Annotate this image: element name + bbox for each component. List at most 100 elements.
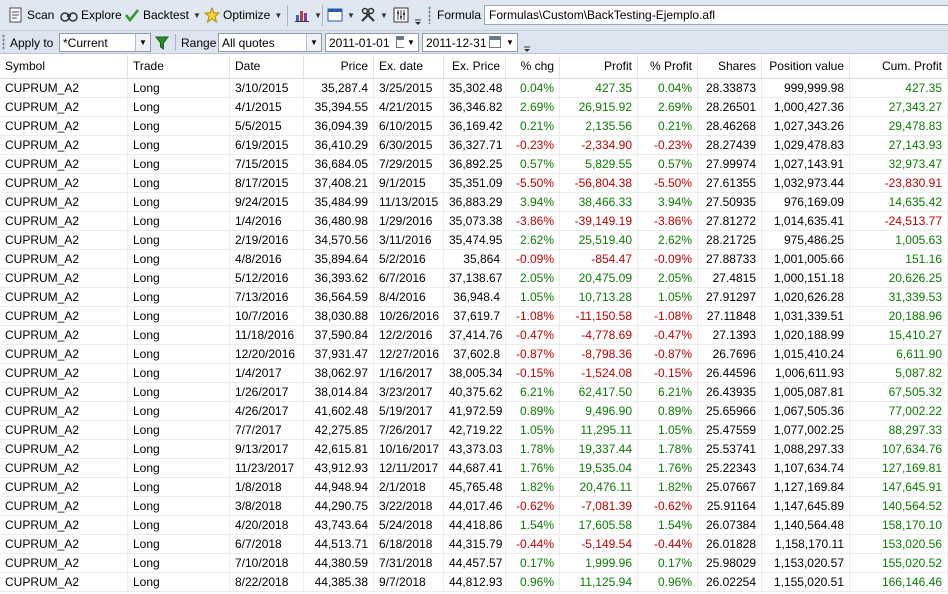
apply-to-select[interactable]: *Current ▼ [59,33,151,52]
column-header-price[interactable]: Price [304,55,374,79]
table-row[interactable]: CUPRUM_A2 Long 10/7/2016 38,030.88 10/26/201… [0,307,948,326]
cell-ex-date: 7/29/2015 [374,155,444,174]
explore-button[interactable]: Explore [60,3,122,27]
cell-symbol: CUPRUM_A2 [0,402,128,421]
toolbar-overflow-icon[interactable] [523,36,531,54]
column-header-pct-profit[interactable]: % Profit [638,55,698,79]
calendar-icon[interactable] [489,36,501,48]
backtest-button[interactable]: Backtest ▼ [124,3,201,27]
cell-price: 35,484.99 [304,193,374,212]
toolbar-overflow-icon[interactable] [414,9,422,27]
chevron-down-icon[interactable]: ▼ [306,34,321,51]
scan-button[interactable]: Scan [8,3,54,27]
column-header-position-value[interactable]: Position value [762,55,850,79]
table-row[interactable]: CUPRUM_A2 Long 1/4/2016 36,480.98 1/29/2016 3… [0,212,948,231]
table-row[interactable]: CUPRUM_A2 Long 4/1/2015 35,394.55 4/21/2015 3… [0,98,948,117]
table-row[interactable]: CUPRUM_A2 Long 8/22/2018 44,385.38 9/7/2018 4… [0,573,948,592]
cell-shares: 26.07384 [698,516,762,535]
to-date-picker[interactable]: 2011-12-31 ▼ [422,33,518,52]
window-layout-button[interactable]: ▼ [327,3,355,27]
table-row[interactable]: CUPRUM_A2 Long 1/4/2017 38,062.97 1/16/2017 3… [0,364,948,383]
table-row[interactable]: CUPRUM_A2 Long 6/7/2018 44,513.71 6/18/2018 4… [0,535,948,554]
report-chart-button[interactable]: ▼ [294,3,322,27]
table-row[interactable]: CUPRUM_A2 Long 5/5/2015 36,094.39 6/10/2015 3… [0,117,948,136]
cell-trade: Long [128,402,230,421]
cell-profit: -56,804.38 [560,174,638,193]
table-row[interactable]: CUPRUM_A2 Long 7/15/2015 36,684.05 7/29/2015… [0,155,948,174]
table-row[interactable]: CUPRUM_A2 Long 2/19/2016 34,570.56 3/11/2016… [0,231,948,250]
cell-profit: -39,149.19 [560,212,638,231]
cell-ex-price: 37,414.76 [444,326,506,345]
table-row[interactable]: CUPRUM_A2 Long 9/24/2015 35,484.99 11/13/201… [0,193,948,212]
chevron-down-icon[interactable]: ▼ [347,11,355,20]
cell-profit: 11,125.94 [560,573,638,592]
tools-button[interactable]: ▼ [360,3,388,27]
table-row[interactable]: CUPRUM_A2 Long 4/8/2016 35,894.64 5/2/2016 35… [0,250,948,269]
cell-ex-price: 45,765.48 [444,478,506,497]
chevron-down-icon[interactable]: ▼ [404,34,418,51]
column-header-trade[interactable]: Trade [128,55,230,79]
filter-icon [155,36,169,50]
table-row[interactable]: CUPRUM_A2 Long 3/10/2015 35,287.4 3/25/2015 3… [0,79,948,98]
cell-cum-profit: 20,188.96 [850,307,948,326]
cell-position-value: 1,029,478.83 [762,136,850,155]
cell-pct-chg: 2.05% [506,269,560,288]
cell-cum-profit: 20,626.25 [850,269,948,288]
table-row[interactable]: CUPRUM_A2 Long 1/8/2018 44,948.94 2/1/2018 45… [0,478,948,497]
table-row[interactable]: CUPRUM_A2 Long 7/10/2018 44,380.59 7/31/2018… [0,554,948,573]
chevron-down-icon[interactable]: ▼ [380,11,388,20]
cell-trade: Long [128,478,230,497]
table-row[interactable]: CUPRUM_A2 Long 4/26/2017 41,602.48 5/19/2017… [0,402,948,421]
column-header-symbol[interactable]: Symbol [0,55,128,79]
column-header-pct-chg[interactable]: % chg [506,55,560,79]
cell-symbol: CUPRUM_A2 [0,307,128,326]
cell-pct-profit: 2.69% [638,98,698,117]
table-row[interactable]: CUPRUM_A2 Long 7/13/2016 36,564.59 8/4/2016 3… [0,288,948,307]
cell-ex-price: 36,327.71 [444,136,506,155]
table-row[interactable]: CUPRUM_A2 Long 6/19/2015 36,410.29 6/30/2015… [0,136,948,155]
toolbar-grip[interactable] [428,6,431,24]
table-row[interactable]: CUPRUM_A2 Long 9/13/2017 42,615.81 10/16/201… [0,440,948,459]
cell-price: 38,030.88 [304,307,374,326]
cell-position-value: 1,020,188.99 [762,326,850,345]
table-row[interactable]: CUPRUM_A2 Long 11/23/2017 43,912.93 12/11/20… [0,459,948,478]
column-header-shares[interactable]: Shares [698,55,762,79]
cell-position-value: 1,147,645.89 [762,497,850,516]
table-row[interactable]: CUPRUM_A2 Long 4/20/2018 43,743.64 5/24/2018… [0,516,948,535]
settings-button[interactable] [393,3,409,27]
table-row[interactable]: CUPRUM_A2 Long 12/20/2016 37,931.47 12/27/20… [0,345,948,364]
cell-trade: Long [128,136,230,155]
cell-ex-price: 44,812.93 [444,573,506,592]
column-header-ex-price[interactable]: Ex. Price [444,55,506,79]
filter-button[interactable] [155,33,169,52]
table-row[interactable]: CUPRUM_A2 Long 8/17/2015 37,408.21 9/1/2015 3… [0,174,948,193]
cell-position-value: 1,067,505.36 [762,402,850,421]
column-header-profit[interactable]: Profit [560,55,638,79]
formula-label: Formula [437,8,482,22]
from-date-picker[interactable]: 2011-01-01 ▼ [325,33,419,52]
table-row[interactable]: CUPRUM_A2 Long 11/18/2016 37,590.84 12/2/201… [0,326,948,345]
range-select[interactable]: All quotes ▼ [218,33,322,52]
chevron-down-icon[interactable]: ▼ [503,34,517,51]
chevron-down-icon[interactable]: ▼ [135,34,150,51]
chevron-down-icon[interactable]: ▼ [193,11,201,20]
cell-shares: 28.27439 [698,136,762,155]
table-row[interactable]: CUPRUM_A2 Long 5/12/2016 36,393.62 6/7/2016 3… [0,269,948,288]
cell-pct-profit: 0.17% [638,554,698,573]
formula-path-field[interactable]: Formulas\Custom\BackTesting-Ejemplo.afl [484,5,948,25]
column-header-ex-date[interactable]: Ex. date [374,55,444,79]
optimize-button[interactable]: Optimize ▼ [204,3,282,27]
chevron-down-icon[interactable]: ▼ [314,11,322,20]
table-row[interactable]: CUPRUM_A2 Long 1/26/2017 38,014.84 3/23/2017… [0,383,948,402]
cell-symbol: CUPRUM_A2 [0,440,128,459]
cell-shares: 27.88733 [698,250,762,269]
chevron-down-icon[interactable]: ▼ [274,11,282,20]
toolbar-grip[interactable] [2,34,5,50]
table-row[interactable]: CUPRUM_A2 Long 7/7/2017 42,275.85 7/26/2017 4… [0,421,948,440]
column-header-date[interactable]: Date [230,55,304,79]
cell-ex-price: 41,972.59 [444,402,506,421]
cell-symbol: CUPRUM_A2 [0,136,128,155]
column-header-cum-profit[interactable]: Cum. Profit [850,55,948,79]
cell-cum-profit: 88,297.33 [850,421,948,440]
table-row[interactable]: CUPRUM_A2 Long 3/8/2018 44,290.75 3/22/2018 4… [0,497,948,516]
